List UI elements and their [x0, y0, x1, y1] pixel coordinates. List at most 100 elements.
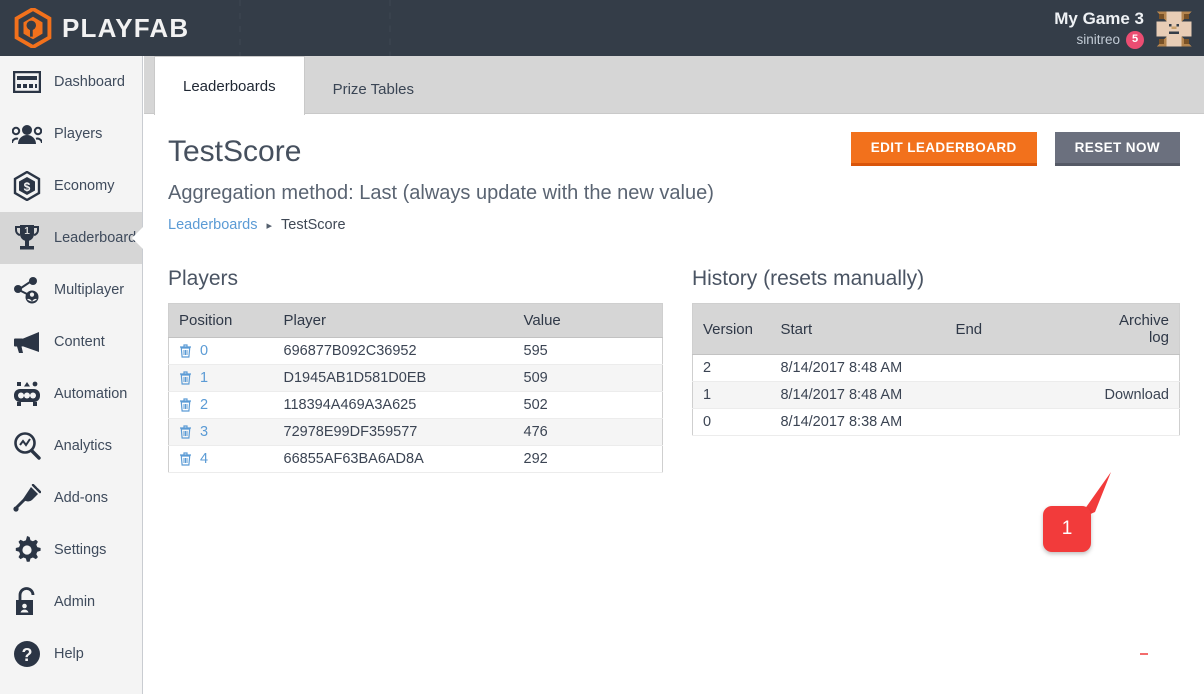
position-cell: 0	[169, 338, 274, 365]
player-id-link[interactable]: D1945AB1D581D0EB	[274, 365, 514, 392]
players-table-head: Position Player Value	[169, 304, 663, 338]
automation-icon	[12, 379, 42, 409]
player-id-link[interactable]: 66855AF63BA6AD8A	[274, 446, 514, 473]
aggregation-method-label: Aggregation method: Last (always update …	[168, 182, 1180, 205]
trash-icon[interactable]	[179, 371, 192, 385]
svg-text:1: 1	[24, 226, 30, 237]
trash-icon[interactable]	[179, 425, 192, 439]
sidebar-item-admin[interactable]: Admin	[0, 576, 142, 628]
step-callout-1: 1	[1043, 472, 1153, 562]
position-value[interactable]: 4	[200, 451, 208, 467]
svg-text:?: ?	[22, 645, 33, 665]
table-row: 4 66855AF63BA6AD8A 292	[169, 446, 663, 473]
position-value[interactable]: 3	[200, 424, 208, 440]
column-header-end[interactable]: End	[945, 304, 1085, 355]
main-content: Leaderboards Prize Tables TestScore Aggr…	[144, 56, 1204, 694]
top-header-bar: PLAYFAB My Game 3 sinitreo 5	[0, 0, 1204, 56]
analytics-icon	[12, 431, 42, 461]
history-table: Version Start End Archive log 2 8/14/201…	[692, 303, 1180, 436]
version-value: 1	[692, 382, 770, 409]
player-id-link[interactable]: 696877B092C36952	[274, 338, 514, 365]
breadcrumb-link-leaderboards[interactable]: Leaderboards	[168, 217, 258, 233]
player-id-link[interactable]: 72978E99DF359577	[274, 419, 514, 446]
player-value: 476	[514, 419, 663, 446]
active-indicator-notch	[132, 227, 143, 249]
end-value	[945, 382, 1085, 409]
column-header-position[interactable]: Position	[169, 304, 274, 338]
playfab-hex-logo-icon	[14, 8, 52, 48]
trash-icon[interactable]	[179, 452, 192, 466]
sidebar-item-label: Settings	[54, 542, 106, 558]
trophy-icon: 1	[12, 223, 42, 253]
history-table-head: Version Start End Archive log	[692, 304, 1179, 355]
sidebar-item-label: Automation	[54, 386, 127, 402]
sidebar-item-leaderboards[interactable]: 1 Leaderboards	[0, 212, 142, 264]
tab-prize-tables[interactable]: Prize Tables	[305, 64, 442, 114]
players-panel-title: Players	[168, 267, 663, 291]
sidebar-item-label: Content	[54, 334, 105, 350]
history-panel: History (resets manually) Version Start …	[692, 267, 1180, 473]
multiplayer-icon	[12, 275, 42, 305]
tab-list: Leaderboards Prize Tables	[144, 56, 1204, 114]
content-area: TestScore Aggregation method: Last (alwa…	[144, 114, 1204, 473]
end-value	[945, 409, 1085, 436]
player-id-link[interactable]: 118394A469A3A625	[274, 392, 514, 419]
end-value	[945, 355, 1085, 382]
tab-strip: Leaderboards Prize Tables	[144, 56, 1204, 114]
sidebar-item-label: Players	[54, 126, 102, 142]
sidebar-item-dashboard[interactable]: Dashboard	[0, 56, 142, 108]
breadcrumb-separator-icon: ▸	[267, 219, 273, 232]
sidebar-item-analytics[interactable]: Analytics	[0, 420, 142, 472]
notification-badge[interactable]: 5	[1126, 31, 1144, 49]
archive-log-link	[1085, 409, 1179, 436]
sidebar-item-label: Multiplayer	[54, 282, 124, 298]
history-table-body: 2 8/14/2017 8:48 AM 1 8/14/2017 8:48 AM …	[692, 355, 1179, 436]
column-header-player[interactable]: Player	[274, 304, 514, 338]
sidebar-nav: Dashboard Players $ Economy 1 Leaderboar…	[0, 56, 143, 694]
player-value: 509	[514, 365, 663, 392]
position-cell: 4	[169, 446, 274, 473]
sidebar-item-players[interactable]: Players	[0, 108, 142, 160]
sidebar-item-content[interactable]: Content	[0, 316, 142, 368]
table-row: 0 8/14/2017 8:38 AM	[692, 409, 1179, 436]
table-row: 1 8/14/2017 8:48 AM Download	[692, 382, 1179, 409]
table-row: 2 8/14/2017 8:48 AM	[692, 355, 1179, 382]
page-header: TestScore Aggregation method: Last (alwa…	[168, 114, 1180, 233]
players-table: Position Player Value	[168, 303, 663, 473]
trash-icon[interactable]	[179, 344, 192, 358]
user-line: sinitreo 5	[1054, 31, 1144, 49]
account-menu[interactable]: My Game 3 sinitreo 5	[1054, 5, 1194, 53]
position-value[interactable]: 0	[200, 343, 208, 359]
players-panel: Players Position Player Value	[168, 267, 663, 473]
sidebar-item-label: Analytics	[54, 438, 112, 454]
player-value: 292	[514, 446, 663, 473]
version-value: 0	[692, 409, 770, 436]
edit-leaderboard-button[interactable]: EDIT LEADERBOARD	[851, 132, 1037, 166]
callout-pointer-icon	[1073, 472, 1133, 532]
question-icon: ?	[12, 639, 42, 669]
sidebar-item-addons[interactable]: Add-ons	[0, 472, 142, 524]
sidebar-item-multiplayer[interactable]: Multiplayer	[0, 264, 142, 316]
column-header-archive-log[interactable]: Archive log	[1085, 304, 1179, 355]
avatar[interactable]	[1154, 9, 1194, 49]
sidebar-item-help[interactable]: ? Help	[0, 628, 142, 680]
archive-log-download-link[interactable]: Download	[1085, 382, 1179, 409]
column-header-version[interactable]: Version	[692, 304, 770, 355]
trash-icon[interactable]	[179, 398, 192, 412]
column-header-start[interactable]: Start	[770, 304, 945, 355]
table-row: 2 118394A469A3A625 502	[169, 392, 663, 419]
position-cell: 2	[169, 392, 274, 419]
start-value: 8/14/2017 8:48 AM	[770, 382, 945, 409]
position-value[interactable]: 2	[200, 397, 208, 413]
player-value: 595	[514, 338, 663, 365]
brand[interactable]: PLAYFAB	[14, 8, 189, 48]
sidebar-item-automation[interactable]: Automation	[0, 368, 142, 420]
column-header-value[interactable]: Value	[514, 304, 663, 338]
brand-wordmark: PLAYFAB	[62, 13, 189, 44]
sidebar-item-economy[interactable]: $ Economy	[0, 160, 142, 212]
tab-leaderboards[interactable]: Leaderboards	[154, 56, 305, 115]
sidebar-item-settings[interactable]: Settings	[0, 524, 142, 576]
position-value[interactable]: 1	[200, 370, 208, 386]
reset-now-button[interactable]: RESET NOW	[1055, 132, 1180, 166]
position-cell: 3	[169, 419, 274, 446]
